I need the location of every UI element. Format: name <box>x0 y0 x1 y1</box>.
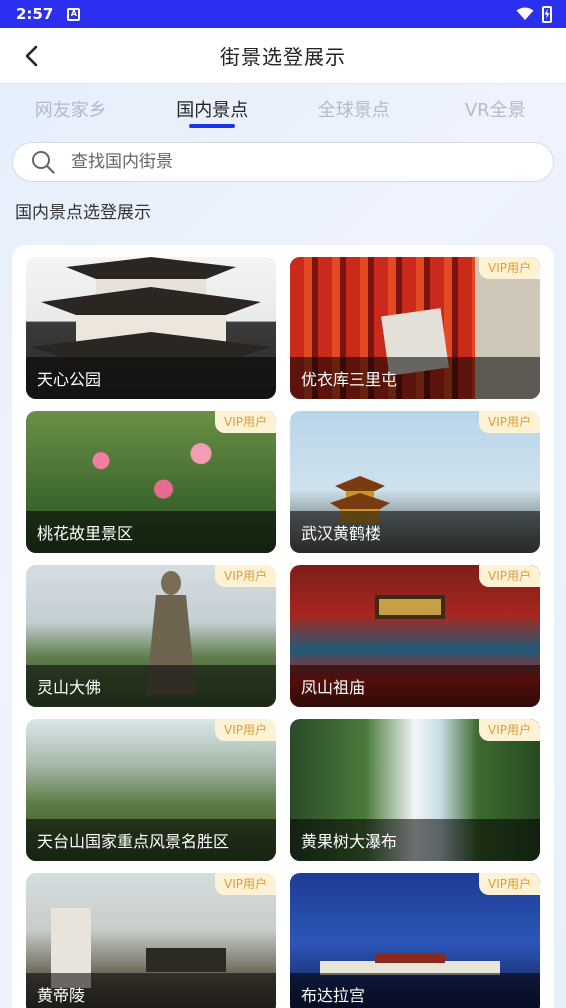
status-time: 2:57 <box>16 5 54 23</box>
spot-name: 凤山祖庙 <box>290 665 540 707</box>
category-tabs: 网友家乡 国内景点 全球景点 VR全景 <box>0 92 566 134</box>
spot-card[interactable]: VIP用户 桃花故里景区 <box>26 411 276 553</box>
spot-card[interactable]: VIP用户 灵山大佛 <box>26 565 276 707</box>
section-title: 国内景点选登展示 <box>15 203 151 223</box>
spot-card[interactable]: 天心公园 <box>26 257 276 399</box>
spot-name: 武汉黄鹤楼 <box>290 511 540 553</box>
search-icon <box>32 151 55 174</box>
spot-name: 黄帝陵 <box>26 973 276 1008</box>
vip-badge: VIP用户 <box>215 411 276 433</box>
spot-name: 优衣库三里屯 <box>290 357 540 399</box>
spots-panel: 天心公园 VIP用户 优衣库三里屯 VIP用户 桃花故里景区 VIP用户 武汉黄… <box>12 245 554 1008</box>
spot-card[interactable]: VIP用户 天台山国家重点风景名胜区 <box>26 719 276 861</box>
battery-icon <box>542 5 552 23</box>
tab-domestic[interactable]: 国内景点 <box>142 92 282 128</box>
search-input[interactable] <box>71 152 553 172</box>
spot-name: 布达拉宫 <box>290 973 540 1008</box>
back-button[interactable] <box>20 44 44 68</box>
page-title: 街景选登展示 <box>220 45 346 69</box>
vip-badge: VIP用户 <box>479 873 540 895</box>
spot-card[interactable]: VIP用户 凤山祖庙 <box>290 565 540 707</box>
spot-name: 灵山大佛 <box>26 665 276 707</box>
spot-name: 桃花故里景区 <box>26 511 276 553</box>
spot-card[interactable]: VIP用户 黄帝陵 <box>26 873 276 1008</box>
notification-icon: A <box>67 7 81 21</box>
vip-badge: VIP用户 <box>215 873 276 895</box>
status-bar: 2:57 A <box>0 0 566 28</box>
app-header: 街景选登展示 <box>0 28 566 84</box>
tab-hometown[interactable]: 网友家乡 <box>1 92 141 122</box>
vip-badge: VIP用户 <box>479 411 540 433</box>
spot-card[interactable]: VIP用户 优衣库三里屯 <box>290 257 540 399</box>
tab-global[interactable]: 全球景点 <box>284 92 424 122</box>
vip-badge: VIP用户 <box>479 565 540 587</box>
tab-vr[interactable]: VR全景 <box>425 92 565 122</box>
spot-name: 黄果树大瀑布 <box>290 819 540 861</box>
vip-badge: VIP用户 <box>479 719 540 741</box>
tab-label: VR全景 <box>464 100 526 121</box>
status-indicators <box>516 5 552 23</box>
tab-label: 国内景点 <box>176 100 249 121</box>
spots-grid: 天心公园 VIP用户 优衣库三里屯 VIP用户 桃花故里景区 VIP用户 武汉黄… <box>26 257 540 1008</box>
vip-badge: VIP用户 <box>215 719 276 741</box>
vip-badge: VIP用户 <box>479 257 540 279</box>
spot-card[interactable]: VIP用户 武汉黄鹤楼 <box>290 411 540 553</box>
spot-card[interactable]: VIP用户 布达拉宫 <box>290 873 540 1008</box>
tab-label: 全球景点 <box>317 100 390 121</box>
spot-name: 天台山国家重点风景名胜区 <box>26 819 276 861</box>
active-tab-indicator <box>189 124 236 128</box>
search-bar[interactable] <box>12 142 554 182</box>
vip-badge: VIP用户 <box>215 565 276 587</box>
wifi-icon <box>516 7 534 20</box>
tab-label: 网友家乡 <box>34 100 107 121</box>
spot-name: 天心公园 <box>26 357 276 399</box>
spot-card[interactable]: VIP用户 黄果树大瀑布 <box>290 719 540 861</box>
